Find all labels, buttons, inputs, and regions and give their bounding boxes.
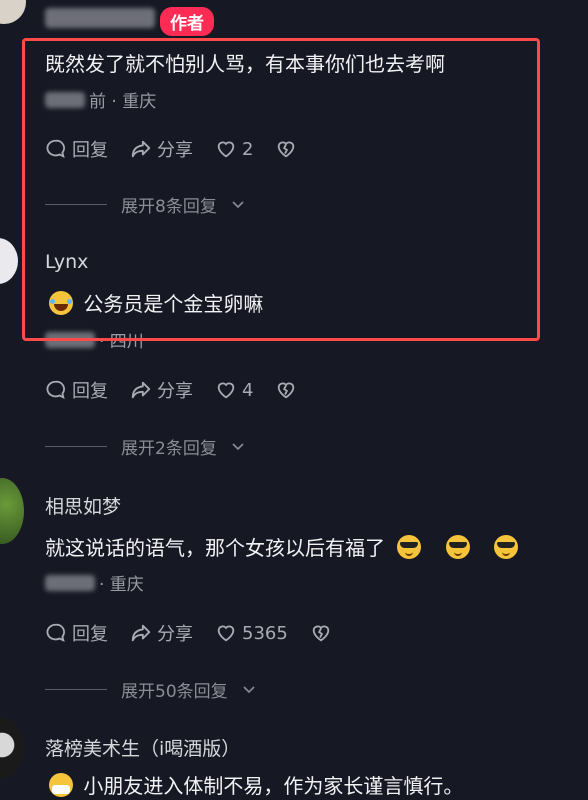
blurred-time	[45, 574, 95, 591]
comment-bubble-icon	[46, 623, 65, 643]
like-count: 5365	[242, 622, 288, 644]
sunglasses-emoji-icon	[397, 535, 422, 559]
like-button[interactable]: 4	[215, 379, 253, 401]
comment-meta-location: · 重庆	[99, 575, 144, 595]
share-arrow-icon	[131, 381, 151, 399]
share-button[interactable]: 分享	[130, 377, 193, 403]
username[interactable]: 相思如梦	[45, 492, 121, 519]
blurred-username	[45, 8, 155, 28]
face-with-mask-emoji-icon	[49, 773, 73, 797]
heart-icon	[217, 382, 235, 399]
comment-bubble-icon	[46, 380, 65, 400]
comment-meta: · 重庆	[45, 570, 144, 595]
username[interactable]: 落榜美术生（i喝酒版）	[45, 734, 240, 761]
sunglasses-emoji-icon	[494, 535, 519, 559]
highlight-annotation-box	[22, 38, 540, 341]
comment-actions: 回复 分享 5365	[45, 620, 354, 646]
comment-text: 小朋友进入体制不易，作为家长谨言慎行。	[45, 770, 463, 799]
chevron-down-icon	[243, 685, 255, 693]
share-label: 分享	[157, 381, 193, 402]
share-button[interactable]: 分享	[130, 620, 193, 646]
like-button[interactable]: 5365	[215, 622, 288, 644]
heart-icon	[217, 625, 235, 642]
user-avatar[interactable]	[0, 238, 18, 284]
dislike-button[interactable]	[310, 622, 332, 644]
reply-label: 回复	[72, 381, 108, 402]
like-count: 4	[242, 379, 254, 401]
comment-text-content: 就这说话的语气，那个女孩以后有福了	[45, 536, 385, 560]
divider-line	[45, 446, 107, 447]
reply-button[interactable]: 回复	[45, 377, 108, 403]
author-badge: 作者	[160, 7, 214, 36]
chevron-down-icon	[232, 442, 244, 450]
expand-label: 展开50条回复	[121, 682, 228, 702]
reply-button[interactable]: 回复	[45, 620, 108, 646]
divider-line	[45, 689, 107, 690]
expand-replies-button[interactable]: 展开2条回复	[45, 434, 245, 459]
author-avatar[interactable]	[0, 0, 26, 24]
user-avatar[interactable]	[0, 478, 24, 544]
comment-text: 就这说话的语气，那个女孩以后有福了	[45, 532, 522, 561]
broken-heart-icon	[278, 382, 295, 399]
user-avatar[interactable]	[0, 718, 24, 778]
sunglasses-emoji-icon	[445, 535, 470, 559]
broken-heart-icon	[312, 625, 330, 642]
expand-label: 展开2条回复	[121, 439, 217, 459]
share-arrow-icon	[131, 624, 151, 642]
share-label: 分享	[157, 624, 193, 645]
reply-label: 回复	[72, 624, 108, 645]
expand-replies-button[interactable]: 展开50条回复	[45, 677, 256, 702]
comment-actions: 回复 分享 4	[45, 377, 319, 403]
dislike-button[interactable]	[275, 379, 297, 401]
comment-text-content: 小朋友进入体制不易，作为家长谨言慎行。	[83, 774, 464, 798]
